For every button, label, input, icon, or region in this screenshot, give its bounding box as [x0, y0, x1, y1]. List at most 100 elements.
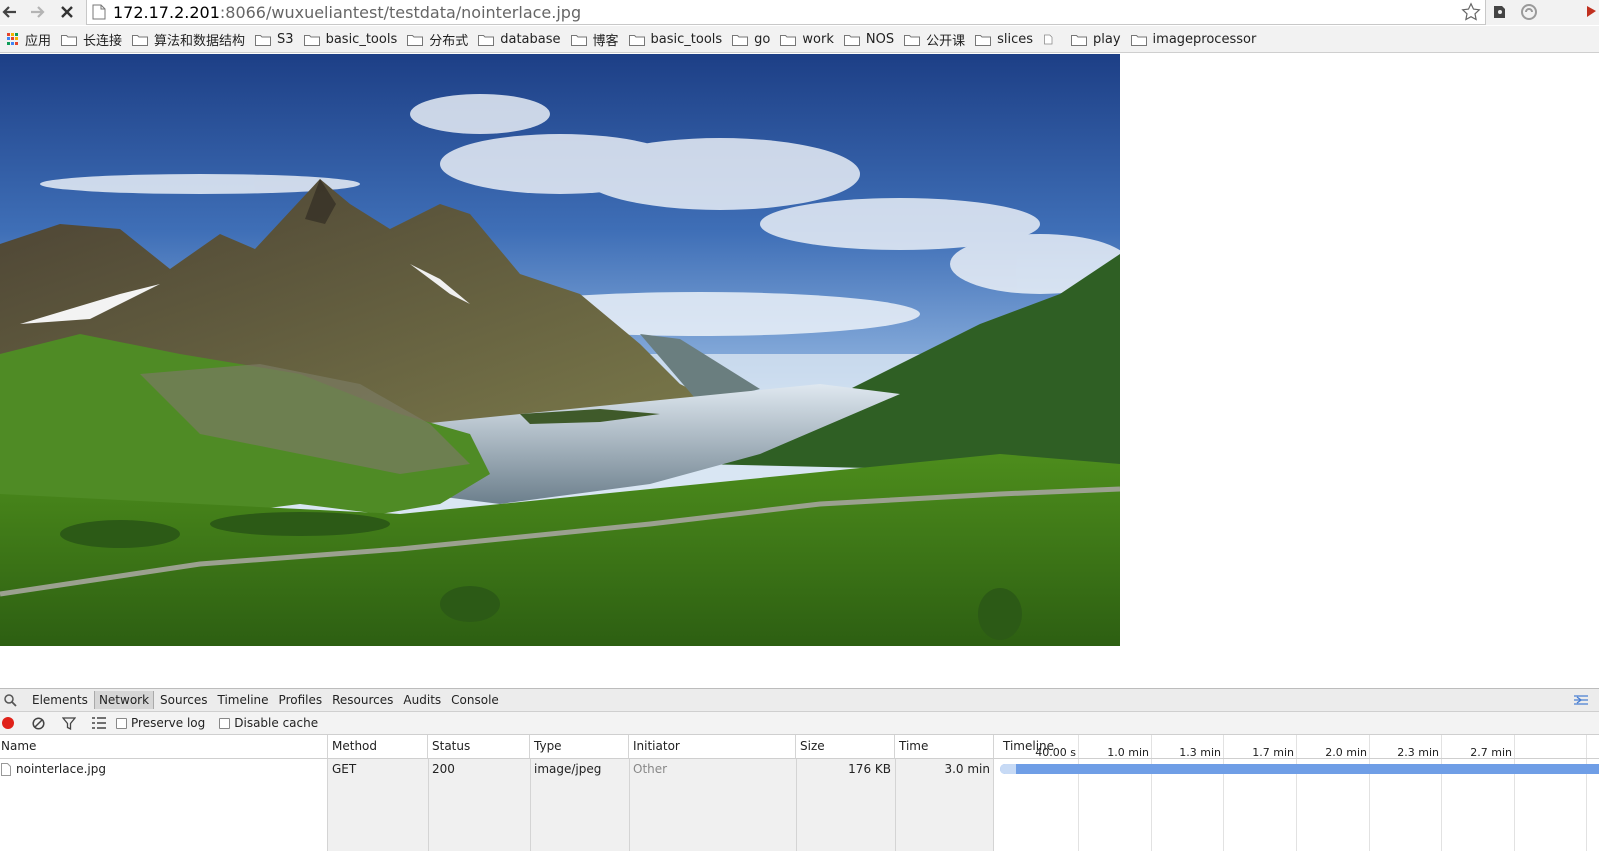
column-initiator[interactable]: Initiator — [629, 735, 796, 758]
bookmark-label: 分布式 — [429, 33, 469, 49]
request-status: 200 — [432, 762, 455, 776]
column-time-label: Time — [899, 739, 929, 753]
bookmark-item[interactable]: 博客 — [566, 28, 624, 50]
timeline-tick: 1.0 min — [1107, 746, 1149, 759]
sync-extension-icon[interactable] — [1520, 3, 1538, 21]
bookmark-label: NOS — [865, 31, 895, 47]
bookmark-item[interactable]: database — [473, 28, 565, 50]
menu-extension-icon[interactable] — [1584, 3, 1599, 21]
request-timeline-bar[interactable] — [1000, 764, 1599, 774]
column-method[interactable]: Method — [328, 735, 428, 758]
bookmark-apps[interactable]: 应用 — [2, 28, 56, 50]
bookmark-label: basic_tools — [650, 31, 723, 47]
tab-audits[interactable]: Audits — [399, 691, 445, 709]
request-time: 3.0 min — [944, 762, 990, 776]
folder-icon — [478, 34, 495, 46]
bookmark-label: play — [1093, 31, 1121, 47]
column-type-label: Type — [534, 739, 562, 753]
page-icon — [92, 4, 106, 20]
bookmark-item[interactable]: 公开课 — [899, 28, 970, 50]
column-initiator-label: Initiator — [633, 739, 680, 753]
file-icon — [1, 763, 11, 776]
tab-network[interactable]: Network — [93, 691, 155, 709]
column-timeline[interactable]: Timeline 40.00 s 1.0 min 1.3 min 1.7 min 2.0… — [994, 735, 1599, 759]
forward-button[interactable] — [28, 3, 46, 21]
bookmark-item[interactable]: 分布式 — [402, 28, 473, 50]
folder-icon — [1071, 34, 1088, 46]
search-icon[interactable] — [4, 693, 17, 707]
folder-icon — [628, 34, 645, 46]
landscape-image — [0, 54, 1120, 646]
bookmark-label: 博客 — [592, 33, 619, 49]
bookmark-label: slices — [997, 31, 1034, 47]
close-icon — [61, 6, 73, 18]
bookmark-item[interactable]: work — [775, 28, 838, 50]
bookmark-item[interactable]: basic_tools — [624, 28, 728, 50]
bookmark-item[interactable]: imageprocessor — [1126, 28, 1262, 50]
tab-profiles[interactable]: Profiles — [275, 691, 327, 709]
request-initiator: Other — [633, 762, 668, 776]
stop-button[interactable] — [58, 3, 76, 21]
column-time[interactable]: Time — [895, 735, 994, 758]
timeline-tick: 1.3 min — [1179, 746, 1221, 759]
list-view-icon[interactable] — [92, 717, 106, 729]
network-grid-header: Name Method Status Type Initiator Size T… — [0, 735, 1599, 759]
bookmark-item[interactable]: 算法和数据结构 — [127, 28, 250, 50]
folder-icon — [780, 34, 797, 46]
disable-cache-checkbox[interactable] — [219, 717, 231, 729]
column-status[interactable]: Status — [428, 735, 530, 758]
network-grid-body: nointerlace.jpg GET 200 image/jpeg Other… — [0, 759, 1599, 851]
table-row[interactable]: nointerlace.jpg GET 200 image/jpeg Other… — [0, 759, 1599, 779]
folder-icon — [61, 34, 78, 46]
request-size: 176 KB — [848, 762, 891, 776]
devtools-tabbar: Elements Network Sources Timeline Profiles Re… — [0, 688, 1599, 712]
back-button[interactable] — [1, 3, 19, 21]
network-toolbar: Preserve log Disable cache — [0, 712, 1599, 735]
tab-resources[interactable]: Resources — [328, 691, 397, 709]
tab-timeline[interactable]: Timeline — [214, 691, 273, 709]
bookmark-item[interactable] — [1038, 28, 1066, 50]
bookmark-star-icon[interactable] — [1461, 2, 1481, 22]
folder-icon — [132, 34, 149, 46]
bookmark-label: 长连接 — [83, 33, 123, 49]
request-type: image/jpeg — [534, 762, 602, 776]
address-bar[interactable]: 172.17.2.201:8066/wuxueliantest/testdata… — [86, 0, 1486, 25]
bookmark-item[interactable]: NOS — [839, 28, 899, 50]
column-status-label: Status — [432, 739, 471, 753]
folder-icon — [303, 34, 320, 46]
bookmark-item[interactable]: slices — [970, 28, 1038, 50]
column-size[interactable]: Size — [796, 735, 895, 758]
bookmark-label: S3 — [277, 31, 294, 47]
filter-icon[interactable] — [62, 716, 76, 730]
clear-icon[interactable] — [32, 716, 45, 730]
page-viewport — [0, 54, 1599, 688]
devtools-tabs: Elements Network Sources Timeline Profiles Re… — [27, 691, 504, 709]
forward-arrow-icon — [31, 6, 45, 18]
record-button[interactable] — [2, 717, 14, 729]
bookmark-item[interactable]: play — [1066, 28, 1126, 50]
column-type[interactable]: Type — [530, 735, 629, 758]
preserve-log-label: Preserve log — [131, 716, 206, 730]
timeline-tick: 2.7 min — [1470, 746, 1512, 759]
folder-icon — [904, 34, 921, 46]
bookmark-label: 应用 — [25, 33, 52, 49]
back-arrow-icon — [2, 6, 16, 18]
apps-grid-icon — [7, 33, 19, 45]
bookmark-item[interactable]: basic_tools — [299, 28, 403, 50]
bookmark-item[interactable]: S3 — [250, 28, 299, 50]
console-drawer-icon[interactable] — [1573, 693, 1589, 707]
tab-elements[interactable]: Elements — [28, 691, 92, 709]
bookmark-item[interactable]: go — [727, 28, 775, 50]
folder-icon — [570, 34, 587, 46]
evernote-extension-icon[interactable] — [1490, 3, 1508, 21]
bookmark-label: imageprocessor — [1152, 31, 1257, 47]
column-name[interactable]: Name — [0, 735, 328, 758]
bookmark-item[interactable]: 长连接 — [56, 28, 127, 50]
disable-cache-label: Disable cache — [234, 716, 319, 730]
tab-console[interactable]: Console — [447, 691, 503, 709]
bookmark-label: basic_tools — [325, 31, 398, 47]
folder-icon — [407, 34, 424, 46]
tab-sources[interactable]: Sources — [156, 691, 211, 709]
folder-icon — [1130, 34, 1147, 46]
preserve-log-checkbox[interactable] — [116, 717, 127, 729]
